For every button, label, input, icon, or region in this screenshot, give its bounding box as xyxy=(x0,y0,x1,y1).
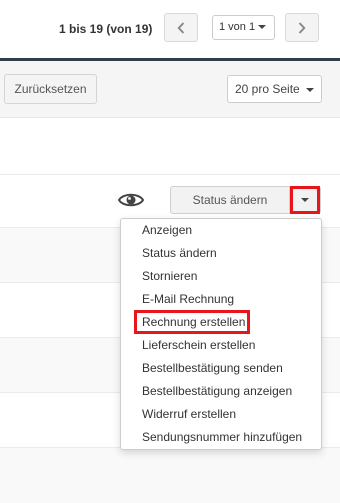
menu-item-email-invoice[interactable]: E-Mail Rechnung xyxy=(121,288,321,311)
reset-button[interactable]: Zurücksetzen xyxy=(4,74,97,104)
actions-dropdown-menu: Anzeigen Status ändern Stornieren E-Mail… xyxy=(120,218,322,450)
menu-item-view-order-confirmation[interactable]: Bestellbestätigung anzeigen xyxy=(121,380,321,403)
highlight-toggle-box xyxy=(290,186,320,214)
caret-down-icon xyxy=(258,25,267,30)
filter-row: Zurücksetzen 20 pro Seite xyxy=(0,61,340,118)
per-page-select[interactable]: 20 pro Seite xyxy=(227,75,322,103)
page-select[interactable]: 1 von 1 xyxy=(212,15,275,40)
pagination-bar: 1 bis 19 (von 19) 1 von 1 xyxy=(0,0,340,58)
chevron-right-icon xyxy=(298,21,306,34)
menu-item-show[interactable]: Anzeigen xyxy=(121,219,321,242)
per-page-value: 20 pro Seite xyxy=(235,82,300,96)
menu-item-send-order-confirmation[interactable]: Bestellbestätigung senden xyxy=(121,357,321,380)
table-row xyxy=(0,118,340,174)
change-status-button[interactable]: Status ändern xyxy=(170,186,290,214)
table-row xyxy=(0,447,340,503)
prev-page-button[interactable] xyxy=(164,13,198,42)
highlight-invoice-box xyxy=(134,310,250,334)
caret-down-icon xyxy=(305,87,314,92)
menu-item-create-delivery-note[interactable]: Lieferschein erstellen xyxy=(121,334,321,357)
order-list-page: 1 bis 19 (von 19) 1 von 1 Zurücksetzen 2… xyxy=(0,0,340,503)
pagination-info: 1 bis 19 (von 19) xyxy=(59,22,153,36)
menu-item-cancel[interactable]: Stornieren xyxy=(121,265,321,288)
eye-icon[interactable] xyxy=(118,191,144,209)
page-select-value: 1 von 1 xyxy=(219,21,256,33)
chevron-left-icon xyxy=(177,21,185,34)
menu-item-change-status[interactable]: Status ändern xyxy=(121,242,321,265)
menu-item-create-withdrawal[interactable]: Widerruf erstellen xyxy=(121,403,321,426)
menu-item-add-tracking-number[interactable]: Sendungsnummer hinzufügen xyxy=(121,426,321,449)
next-page-button[interactable] xyxy=(285,13,319,42)
